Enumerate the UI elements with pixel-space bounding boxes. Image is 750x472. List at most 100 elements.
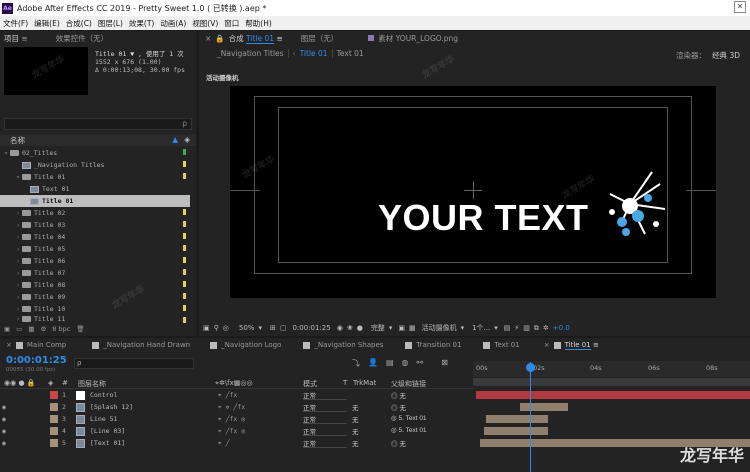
tab-main-comp[interactable]: Main Comp (27, 341, 66, 349)
chevron-down-icon[interactable]: ▾ (461, 324, 465, 332)
expand-arrow-icon[interactable]: › (14, 234, 22, 241)
expand-arrow-icon[interactable]: › (14, 270, 22, 277)
expand-arrow-icon[interactable]: › (14, 222, 22, 229)
frame-blend-icon[interactable]: ▤ (386, 358, 394, 369)
layer-name[interactable]: [Splash 12] (90, 403, 133, 411)
menu-edit[interactable]: 编辑(E) (31, 18, 63, 29)
list-item[interactable]: › Title 06 (0, 255, 190, 267)
expand-arrow-icon[interactable]: › (14, 282, 22, 289)
new-composition-icon[interactable]: ▦ (28, 325, 34, 333)
layer-bar[interactable] (486, 415, 548, 423)
mask-visibility-icon[interactable]: ▢ (280, 324, 287, 332)
delete-icon[interactable]: 🗑 (76, 325, 84, 333)
expand-arrow-icon[interactable]: › (14, 316, 22, 323)
composition-canvas[interactable]: YOUR TEXT (230, 86, 716, 298)
parent-select[interactable]: ◎ 5. Text 01 (391, 414, 461, 424)
list-item[interactable]: › Title 09 (0, 291, 190, 303)
flowchart-icon[interactable]: ⧉ (534, 324, 539, 333)
lock-icon[interactable]: 🔒 (215, 34, 224, 43)
resolution-select[interactable]: 完整 (371, 323, 385, 333)
layer-switches-icon[interactable]: ⌖ ╱fx ◎ (218, 427, 245, 436)
reset-exposure-icon[interactable]: ✲ (543, 324, 549, 332)
work-area-bar[interactable] (473, 378, 750, 386)
project-search-input[interactable]: ρ (4, 118, 192, 130)
menu-effect[interactable]: 效果(T) (126, 18, 157, 29)
tab-close-icon[interactable]: × (544, 341, 550, 349)
expand-arrow-icon[interactable]: › (14, 246, 22, 253)
layer-name[interactable]: [Text 01] (90, 439, 125, 447)
camera-select[interactable]: 活动摄像机 (422, 323, 457, 333)
show-snapshot-icon[interactable]: ❀ (347, 324, 353, 332)
tab-transition-01[interactable]: Transition 01 (416, 341, 461, 349)
list-item[interactable]: › Title 07 (0, 267, 190, 279)
shy-icon[interactable]: 👤 (368, 358, 378, 369)
tab-menu-icon[interactable]: ≡ (21, 34, 27, 43)
motion-blur-icon[interactable]: ◍ (402, 358, 409, 369)
layer-name[interactable]: Line 51 (90, 415, 117, 423)
always-preview-icon[interactable]: ▣ (203, 324, 210, 332)
tab-text-01[interactable]: Text 01 (494, 341, 519, 349)
chevron-down-icon[interactable]: ▾ (494, 324, 498, 332)
label-tag-icon[interactable]: ◈ (184, 135, 190, 144)
view-layout-select[interactable]: 1个... (472, 323, 490, 333)
table-row[interactable]: 1 Control ⌖ ╱fx 正常 ◎ 无 (0, 389, 473, 401)
list-item[interactable]: › Title 05 (0, 243, 190, 255)
layer-switches-icon[interactable]: ⌖ ╱fx (218, 391, 237, 400)
video-toggle-icon[interactable]: ◉ (0, 403, 8, 411)
trkmat-select[interactable]: 无 (352, 426, 386, 436)
tab-menu-icon[interactable]: ≡ (593, 341, 599, 349)
tab-close-icon[interactable]: × (6, 341, 12, 349)
menu-view[interactable]: 视图(V) (189, 18, 221, 29)
parent-select[interactable]: ◎ 无 (391, 390, 461, 400)
table-row[interactable]: ◉ 5 [Text 01] ⌖ ╱ 正常 无 ◎ 无 (0, 437, 473, 449)
toggle-pixel-icon[interactable]: ▤ (504, 324, 511, 332)
breadcrumb-item[interactable]: Text 01 (337, 49, 364, 58)
renderer-button[interactable]: 经典 3D (712, 50, 740, 61)
list-item[interactable]: › Title 04 (0, 231, 190, 243)
time-ruler[interactable]: 00s 02s 04s 06s 08s (473, 361, 750, 377)
channel-icon[interactable]: ● (357, 324, 363, 332)
video-toggle-icon[interactable]: ◉ (0, 427, 8, 435)
zoom-select[interactable]: 50% (239, 324, 255, 332)
table-row[interactable]: ◉ 2 [Splash 12] ⌖ ✲ ╱fx 正常 无 ◎ 无 (0, 401, 473, 413)
parent-select[interactable]: ◎ 5. Text 01 (391, 426, 461, 436)
layer-switches-icon[interactable]: ⌖ ✲ ╱fx (218, 403, 245, 412)
tab-nav-logo[interactable]: _Navigation Logo (221, 341, 281, 349)
playhead[interactable] (530, 362, 531, 472)
blend-mode-select[interactable]: 正常 (303, 402, 347, 412)
layer-bar[interactable] (520, 403, 568, 411)
chevron-down-icon[interactable]: ▾ (389, 324, 393, 332)
expand-arrow-icon[interactable]: › (14, 258, 22, 265)
region-icon[interactable]: ▣ (398, 324, 405, 332)
menu-layer[interactable]: 图层(L) (95, 18, 126, 29)
list-item-selected[interactable]: Title 01 (0, 195, 190, 207)
layer-bar[interactable] (484, 427, 548, 435)
video-toggle-icon[interactable]: ◉ (0, 415, 8, 423)
menu-window[interactable]: 窗口 (221, 18, 242, 29)
grid-guide-icon[interactable]: ⊞ (270, 324, 276, 332)
project-settings-icon[interactable]: ⚙ (40, 325, 46, 333)
col-name[interactable]: 名称 (10, 135, 25, 146)
parent-select[interactable]: ◎ 无 (391, 438, 461, 448)
list-item[interactable]: › Title 10 (0, 303, 190, 315)
blend-mode-select[interactable]: 正常 (303, 438, 347, 448)
tab-layer[interactable]: 图层（无） (301, 33, 339, 44)
breadcrumb-current[interactable]: Title 01 (300, 49, 328, 58)
col-trkmat[interactable]: TrkMat (353, 379, 376, 387)
tab-effect-controls[interactable]: 效果控件（无） (56, 33, 109, 44)
list-item[interactable]: Text 01 (0, 183, 190, 195)
timeline-icon[interactable]: ▥ (523, 324, 530, 332)
tab-title-01[interactable]: Title 01 ≡ (564, 341, 599, 350)
tab-nav-shapes[interactable]: _Navigation Shapes (314, 341, 383, 349)
tab-nav-hand-drawn[interactable]: _Navigation Hand Drawn (103, 341, 190, 349)
comp-flowchart-icon[interactable]: ⤵ (352, 358, 360, 369)
blend-mode-select[interactable]: 正常 (303, 414, 347, 424)
label-color[interactable] (50, 415, 58, 423)
snapshot-icon[interactable]: ◉ (337, 324, 343, 332)
chevron-down-icon[interactable]: ▾ (258, 324, 262, 332)
current-time[interactable]: 0:00:01:25 (292, 324, 330, 332)
exposure-value[interactable]: +0.0 (553, 324, 570, 332)
playhead-handle[interactable] (526, 363, 535, 372)
menu-composition[interactable]: 合成(C) (63, 18, 95, 29)
col-parent[interactable]: 父级和链接 (391, 379, 426, 389)
